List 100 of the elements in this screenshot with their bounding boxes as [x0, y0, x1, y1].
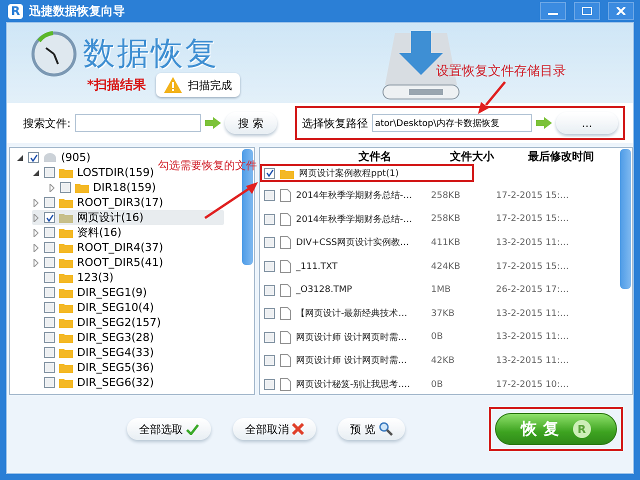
browse-button[interactable]: ...	[556, 112, 618, 134]
checkbox[interactable]	[44, 317, 55, 328]
tree-item[interactable]: LOSTDIR(159)	[32, 165, 158, 180]
file-row[interactable]: _111.TXT 424KB 17-2-2015 15:…	[260, 254, 632, 278]
folder-icon	[59, 272, 73, 283]
action-button[interactable]: 全部选取	[127, 418, 211, 440]
folder-icon	[59, 242, 73, 253]
action-button[interactable]: 预 览	[338, 418, 404, 440]
checkbox[interactable]	[44, 347, 55, 358]
checkbox[interactable]	[44, 332, 55, 343]
checkbox[interactable]	[264, 237, 275, 248]
file-row[interactable]: 【网页设计-最新经典技术… 37KB 13-2-2015 11:…	[260, 302, 632, 326]
checkbox[interactable]	[264, 214, 275, 225]
search-field[interactable]	[74, 114, 201, 132]
tree-item[interactable]: DIR_SEG4(33)	[32, 345, 158, 360]
tree-item[interactable]: ROOT_DIR4(37)	[32, 240, 168, 255]
tree-item[interactable]: 网页设计(16)	[32, 210, 224, 225]
tree-item[interactable]: DIR_SEG3(28)	[32, 330, 158, 345]
checkbox[interactable]	[264, 379, 275, 390]
checkbox[interactable]	[44, 362, 55, 373]
file-size: 411KB	[431, 238, 462, 248]
tree-item[interactable]: (905)	[16, 150, 95, 165]
folder-icon	[59, 197, 73, 208]
close-button[interactable]	[608, 2, 634, 20]
modified-time: 13-2-2015 11:…	[496, 308, 570, 319]
column-header[interactable]: 最后修改时间	[528, 148, 604, 164]
tree-item[interactable]: DIR_SEG10(4)	[32, 300, 158, 315]
modified-time: 13-2-2015 11:…	[496, 356, 570, 366]
folder-icon	[75, 182, 89, 193]
folder-icon	[59, 227, 73, 238]
file-row[interactable]: 网页设计师 设计网页时需… 0B 13-2-2015 11:…	[260, 326, 632, 350]
checkbox[interactable]	[44, 257, 55, 268]
file-name: 【网页设计-最新经典技术…	[296, 308, 408, 320]
expand-arrow-icon[interactable]	[48, 184, 56, 192]
modified-time: 13-2-2015 11:…	[496, 332, 570, 342]
expand-arrow-icon[interactable]	[32, 198, 40, 206]
checkbox[interactable]	[44, 377, 55, 388]
checkbox[interactable]	[264, 168, 275, 178]
file-size: 258KB	[431, 190, 462, 201]
checkbox[interactable]	[264, 261, 275, 272]
column-header[interactable]: 文件大小	[450, 148, 528, 164]
checkbox[interactable]	[44, 242, 55, 253]
checkbox[interactable]	[264, 190, 275, 202]
modified-time: 17-2-2015 10:…	[496, 380, 570, 390]
tree-item[interactable]: DIR_SEG2(157)	[32, 315, 165, 330]
file-row[interactable]: 网页设计秘笈-别让我思考.… 0B 17-2-2015 10:…	[260, 372, 632, 394]
maximize-button[interactable]	[574, 2, 600, 20]
file-name: 网页设计师 设计网页时需…	[296, 354, 408, 368]
tree-item[interactable]: 资料(16)	[32, 225, 126, 240]
tree-item[interactable]: ROOT_DIR3(17)	[32, 195, 168, 210]
checkbox[interactable]	[28, 152, 39, 163]
restore-path-field[interactable]: ator\Desktop\内存卡数据恢复	[372, 114, 532, 132]
file-row[interactable]: DIV+CSS网页设计实例教… 411KB 13-2-2015 11:…	[260, 231, 632, 255]
checkbox[interactable]	[44, 197, 55, 208]
checkbox[interactable]	[44, 272, 55, 283]
checkbox[interactable]	[44, 167, 55, 178]
checkbox[interactable]	[44, 302, 55, 313]
scan-result-label: *扫描结果	[87, 77, 146, 94]
folder-icon	[59, 302, 73, 313]
check-icon	[186, 424, 199, 434]
expand-arrow-icon[interactable]	[32, 214, 40, 222]
column-header[interactable]: 文件名	[300, 148, 450, 164]
checkbox[interactable]	[44, 212, 55, 223]
file-row[interactable]: 2014年秋季学期财务总结-… 258KB 17-2-2015 15:…	[260, 208, 632, 232]
file-row[interactable]: _O3128.TMP 1MB 26-2-2015 17:…	[260, 278, 632, 302]
checkbox[interactable]	[44, 287, 55, 298]
file-row[interactable]: 网页设计师 设计网页时需… 42KB 13-2-2015 11:…	[260, 349, 632, 373]
minimize-button[interactable]	[540, 2, 566, 20]
tree-item[interactable]: DIR_SEG5(36)	[32, 360, 158, 375]
close-icon	[292, 423, 304, 435]
collapse-arrow-icon[interactable]	[32, 168, 40, 176]
collapse-arrow-icon[interactable]	[16, 154, 24, 162]
expand-arrow-icon[interactable]	[32, 244, 40, 252]
folder-icon	[59, 167, 73, 178]
tree-item[interactable]: 123(3)	[32, 270, 118, 285]
folder-icon	[59, 287, 73, 298]
arrow-icon[interactable]	[536, 117, 552, 129]
close-icon	[616, 7, 626, 15]
file-row[interactable]: 网页设计案例教程ppt(1)	[262, 166, 472, 180]
action-button[interactable]: 全部取消	[233, 418, 316, 440]
checkbox[interactable]	[264, 284, 275, 296]
modified-time: 17-2-2015 15:…	[496, 214, 570, 224]
tree-item[interactable]: ROOT_DIR5(41)	[32, 255, 168, 270]
folder-icon	[59, 257, 73, 268]
checkbox[interactable]	[264, 332, 275, 343]
tree-item[interactable]: DIR_SEG1(9)	[32, 285, 151, 300]
tree-item[interactable]: DIR18(159)	[48, 180, 160, 195]
expand-arrow-icon[interactable]	[32, 228, 40, 236]
checkbox[interactable]	[60, 182, 71, 193]
scrollbar-thumb[interactable]	[620, 149, 631, 289]
search-label: 搜索文件:	[23, 116, 71, 130]
checkbox[interactable]	[264, 355, 275, 366]
checkbox[interactable]	[44, 227, 55, 238]
file-row[interactable]: 2014年秋季学期财务总结-… 258KB 17-2-2015 15:…	[260, 184, 632, 208]
expand-arrow-icon[interactable]	[32, 258, 40, 266]
search-button[interactable]: 搜 索	[224, 112, 277, 134]
checkbox[interactable]	[264, 308, 275, 320]
annotation-text: 设置恢复文件存储目录	[436, 63, 566, 80]
tree-item[interactable]: DIR_SEG6(32)	[32, 375, 158, 390]
arrow-icon[interactable]	[204, 117, 221, 129]
